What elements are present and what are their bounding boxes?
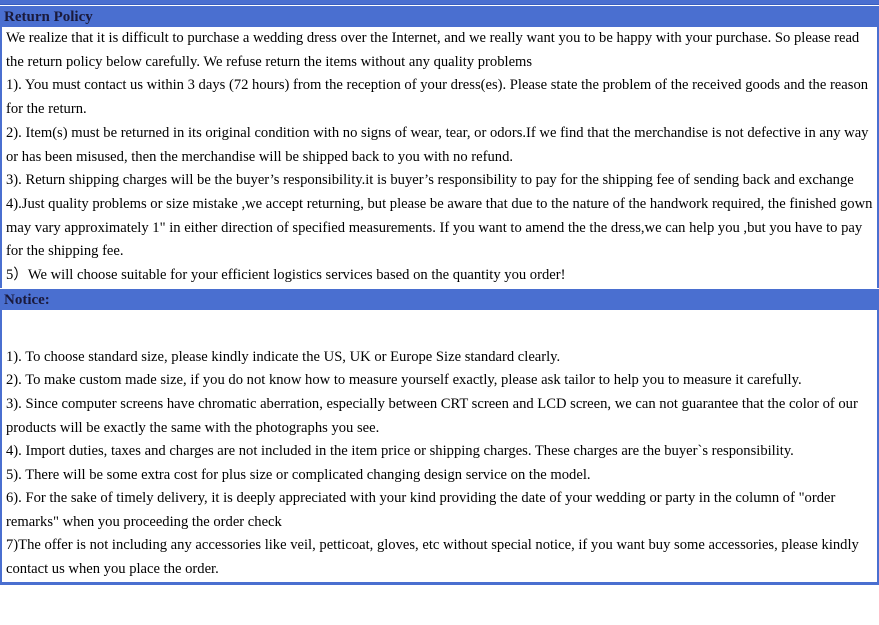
return-policy-paragraph: 4).Just quality problems or size mistake… <box>6 195 877 260</box>
notice-paragraph: 3). Since computer screens have chromati… <box>6 395 862 436</box>
notice-header: Notice: <box>0 287 879 310</box>
truncated-row-sliver <box>0 0 879 5</box>
notice-paragraph: 4). Import duties, taxes and charges are… <box>6 443 794 460</box>
return-policy-paragraph: 1). You must contact us within 3 days (7… <box>6 77 872 118</box>
return-policy-paragraph: 3). Return shipping charges will be the … <box>6 172 854 189</box>
notice-paragraph: 2). To make custom made size, if you do … <box>6 372 802 389</box>
return-policy-paragraph: 2). Item(s) must be returned in its orig… <box>6 124 873 165</box>
return-policy-header: Return Policy <box>0 5 879 27</box>
return-policy-body: We realize that it is difficult to purch… <box>0 27 879 288</box>
notice-paragraph: 5). There will be some extra cost for pl… <box>6 466 591 483</box>
notice-body: 1). To choose standard size, please kind… <box>0 309 879 585</box>
notice-leading-spacer <box>6 310 873 346</box>
notice-paragraph: 7)The offer is not including any accesso… <box>6 537 863 578</box>
notice-paragraph: 1). To choose standard size, please kind… <box>6 348 561 365</box>
return-policy-paragraph: 5）We will choose suitable for your effic… <box>6 267 566 284</box>
return-policy-paragraph: We realize that it is difficult to purch… <box>6 30 863 70</box>
notice-paragraph: 6). For the sake of timely delivery, it … <box>6 490 839 530</box>
policy-page: Return Policy We realize that it is diff… <box>0 0 879 625</box>
